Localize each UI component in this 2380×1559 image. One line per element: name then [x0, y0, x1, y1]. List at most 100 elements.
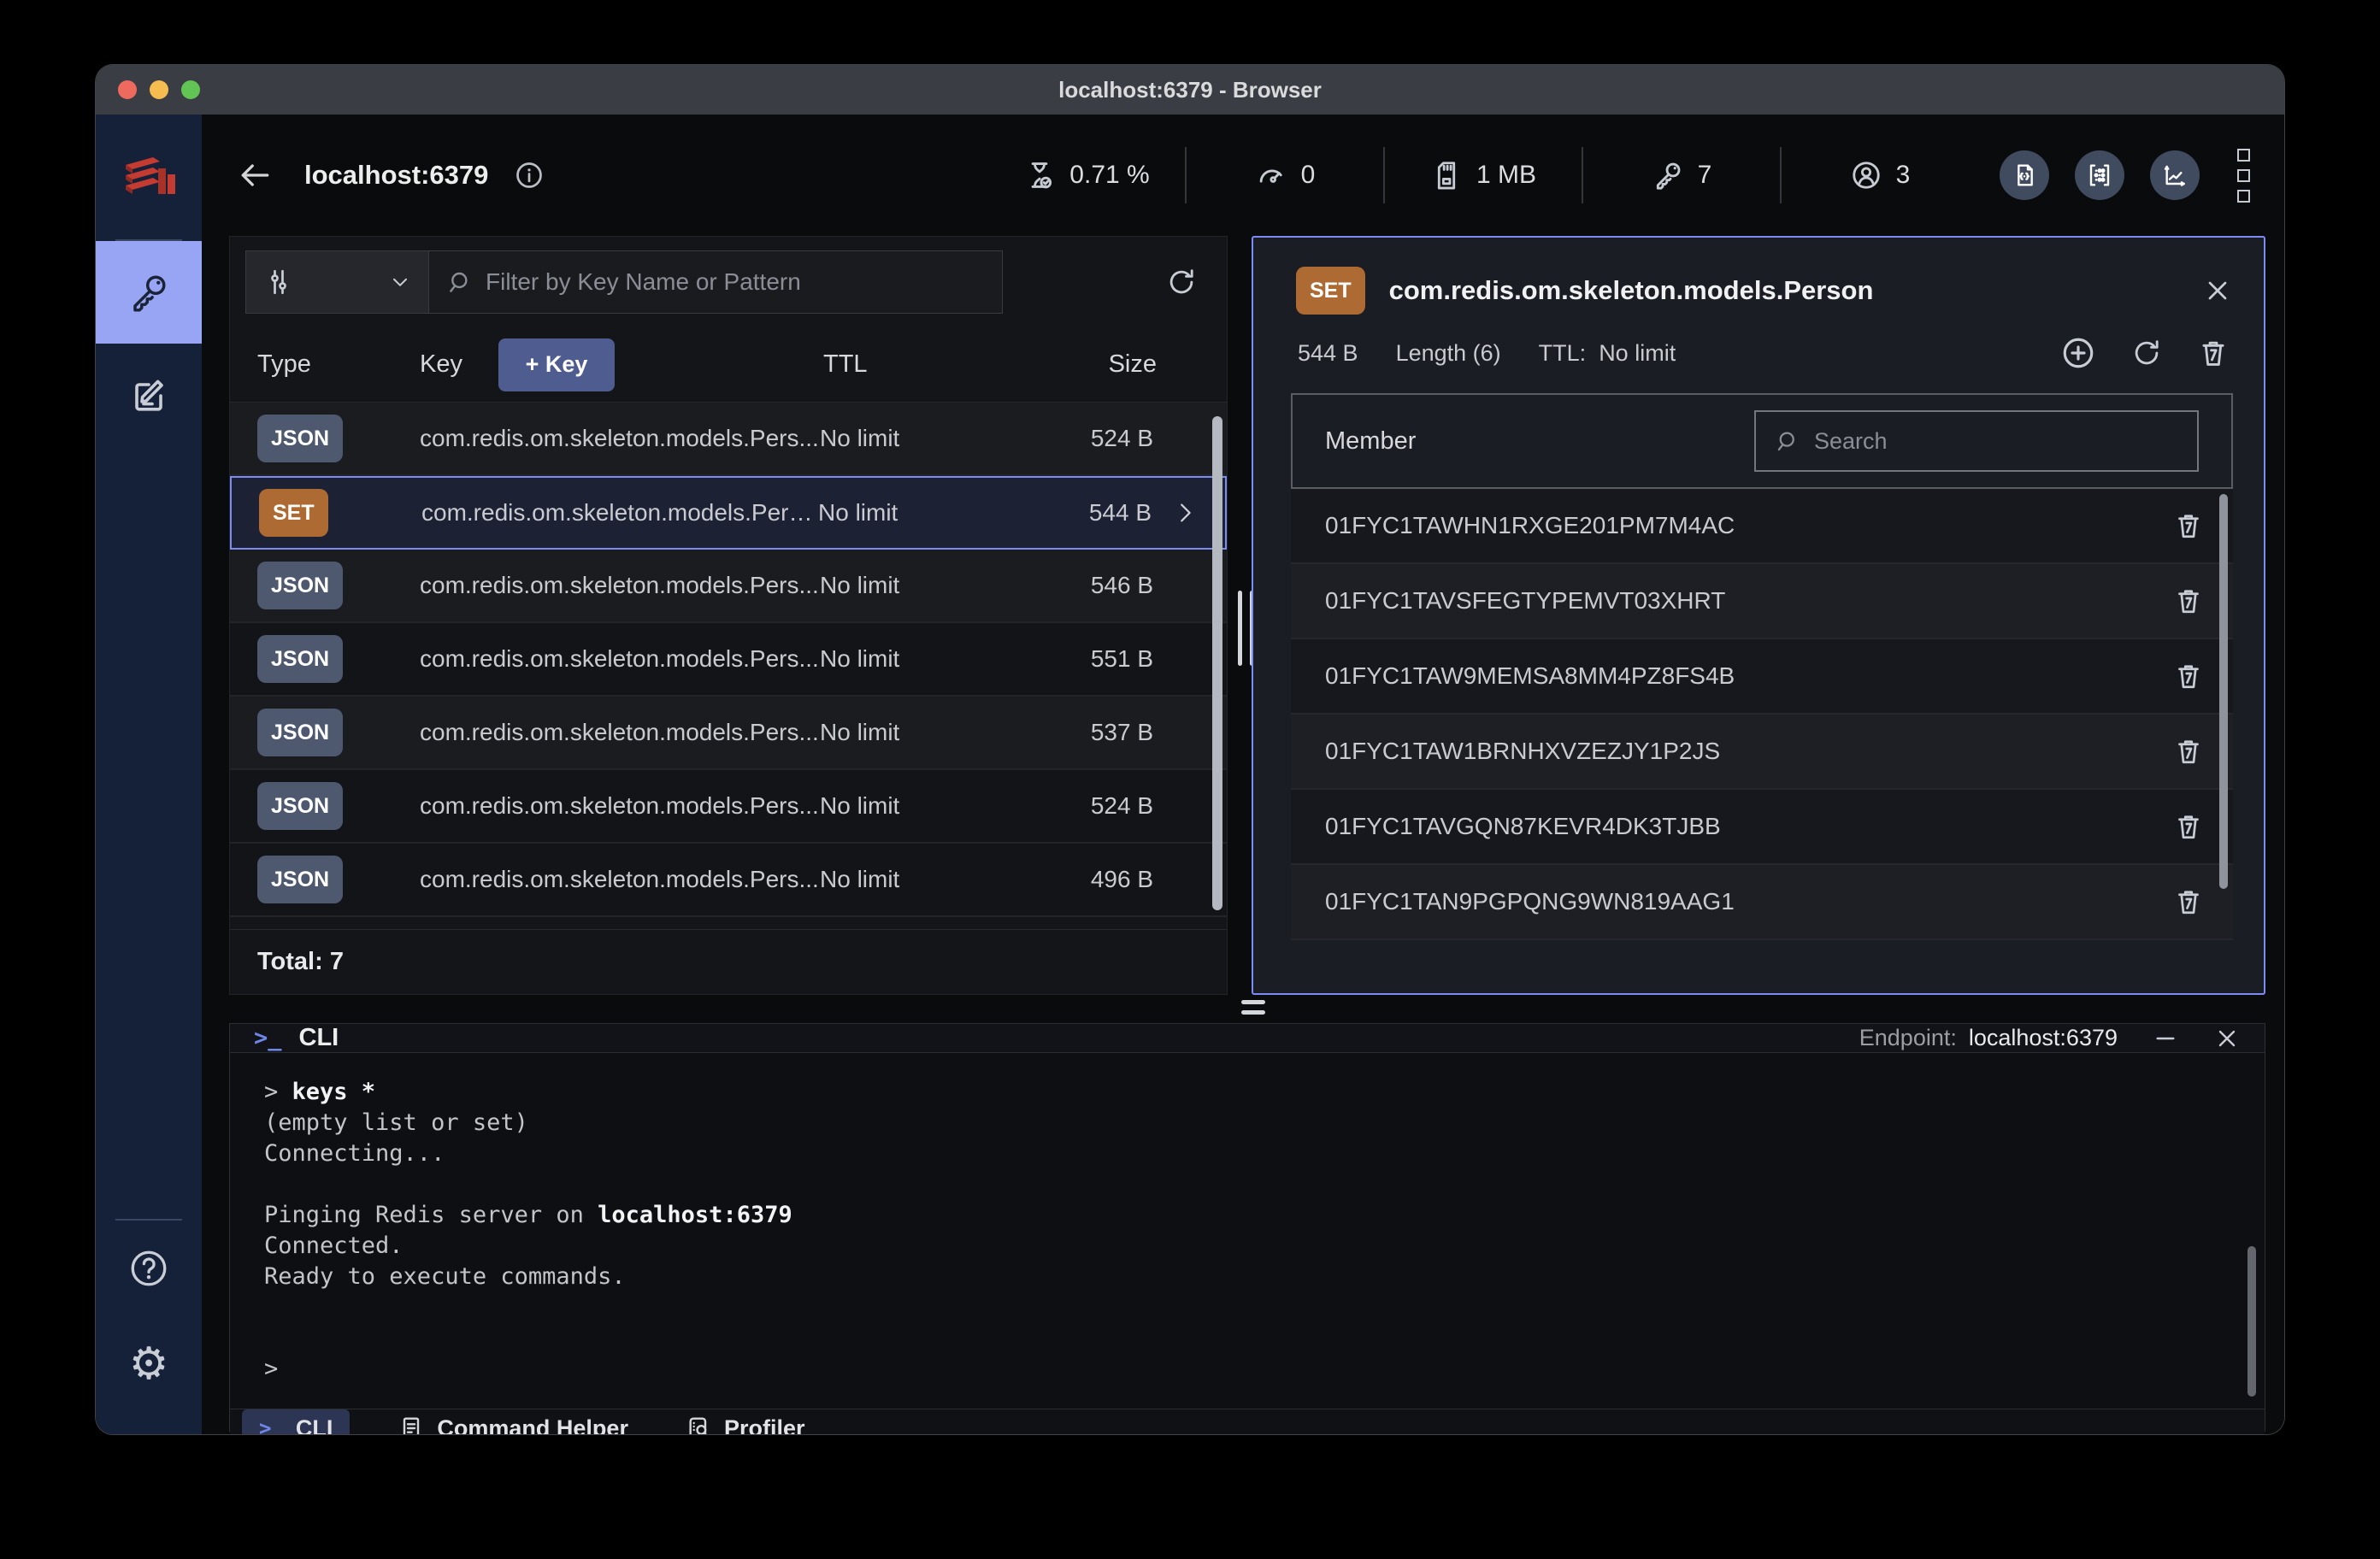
table-row[interactable]: JSON com.redis.om.skeleton.models.Pers..… — [230, 550, 1227, 623]
cli-scrollbar[interactable] — [2247, 1246, 2256, 1397]
edit-square-icon — [128, 374, 169, 415]
refresh-keys-icon[interactable] — [1165, 266, 1198, 298]
table-row[interactable]: JSON com.redis.om.skeleton.models.Pers..… — [230, 623, 1227, 697]
app-window: localhost:6379 - Browser ⚙ localhost:637… — [96, 65, 2284, 1434]
bulk-actions-button[interactable] — [2075, 150, 2124, 200]
back-button[interactable] — [236, 156, 274, 194]
add-member-icon[interactable] — [2060, 335, 2096, 371]
member-value: 01FYC1TAW9MEMSA8MM4PZ8FS4B — [1325, 662, 1735, 689]
key-size: 544 B — [1298, 339, 1358, 366]
cli-header[interactable]: >_ CLI Endpoint: localhost:6379 — [230, 1024, 2265, 1053]
refresh-key-icon[interactable] — [2130, 337, 2163, 369]
column-member: Member — [1325, 427, 1417, 455]
member-value: 01FYC1TAWHN1RXGE201PM7M4AC — [1325, 512, 1735, 538]
sidebar-item-workbench[interactable] — [96, 344, 202, 446]
key-type-badge: JSON — [257, 856, 344, 903]
key-size-cell: 496 B — [1090, 866, 1153, 892]
terminal-prompt-icon: >_ — [259, 1416, 284, 1434]
delete-member-icon[interactable] — [2173, 510, 2204, 541]
search-icon — [1773, 428, 1799, 454]
table-row[interactable]: JSON com.redis.om.skeleton.models.Pers..… — [230, 844, 1227, 917]
delete-member-icon[interactable] — [2173, 886, 2204, 917]
column-type: Type — [257, 350, 311, 378]
key-search — [428, 250, 1003, 314]
endpoint-label: Endpoint: — [1859, 1025, 1957, 1050]
key-details-meta: 544 B Length (6) TTL: No limit — [1253, 321, 2264, 393]
delete-member-icon[interactable] — [2173, 661, 2204, 691]
tab-command-helper[interactable]: Command Helper — [389, 1409, 637, 1434]
minimize-window-button[interactable] — [150, 80, 168, 99]
filter-row — [230, 237, 1227, 327]
keys-scrollbar[interactable] — [1212, 416, 1222, 910]
members-table: Member 01FYC1TAWHN1RXGE201PM7M4AC 01FYC1… — [1291, 393, 2233, 940]
close-cli-icon[interactable] — [2213, 1025, 2241, 1052]
key-size-cell: 524 B — [1090, 792, 1153, 819]
cli-resize-handle[interactable] — [1241, 1000, 1265, 1015]
key-type-filter-dropdown[interactable] — [245, 250, 428, 314]
delete-key-icon[interactable] — [2197, 337, 2230, 369]
minimize-cli-icon[interactable] — [2152, 1025, 2179, 1052]
window-titlebar: localhost:6379 - Browser — [96, 65, 2284, 115]
stat-cpu-value: 0.71 % — [1069, 161, 1150, 189]
delete-member-icon[interactable] — [2173, 585, 2204, 616]
key-list: JSON com.redis.om.skeleton.models.Pers..… — [230, 403, 1227, 929]
stat-memory-value: 1 MB — [1476, 161, 1537, 189]
key-type-badge: JSON — [257, 635, 344, 683]
table-row[interactable]: SET com.redis.om.skeleton.models.Person … — [230, 476, 1227, 550]
key-name-cell: com.redis.om.skeleton.models.Pers... — [420, 719, 819, 745]
workbench-button[interactable] — [2000, 150, 2049, 200]
key-details-header: SET com.redis.om.skeleton.models.Person — [1253, 238, 2264, 321]
member-value: 01FYC1TAN9PGPQNG9WN819AAG1 — [1325, 888, 1735, 915]
database-name: localhost:6379 — [304, 160, 489, 190]
cli-line: > — [264, 1356, 279, 1382]
sidebar-item-settings[interactable]: ⚙ — [96, 1316, 202, 1412]
member-value: 01FYC1TAVGQN87KEVR4DK3TJBB — [1325, 813, 1721, 839]
delete-member-icon[interactable] — [2173, 811, 2204, 842]
more-menu-button[interactable] — [2237, 148, 2250, 203]
list-item: 01FYC1TAN9PGPQNG9WN819AAG1 — [1291, 865, 2233, 940]
zoom-window-button[interactable] — [181, 80, 200, 99]
cli-output[interactable]: > keys * (empty list or set) Connecting...… — [230, 1053, 2265, 1409]
list-item: 01FYC1TAW1BRNHXVZEZJY1P2JS — [1291, 715, 2233, 790]
cli-tabs: >_ CLI Command Helper Profiler — [230, 1409, 2265, 1434]
table-row[interactable]: JSON com.redis.om.skeleton.models.Pers..… — [230, 770, 1227, 844]
close-window-button[interactable] — [118, 80, 137, 99]
tab-cli[interactable]: >_ CLI — [242, 1409, 351, 1434]
member-search-input[interactable] — [1814, 427, 2180, 455]
key-search-input[interactable] — [486, 268, 987, 296]
close-details-icon[interactable] — [2202, 275, 2233, 306]
key-ttl: TTL: No limit — [1538, 339, 1676, 366]
member-search — [1754, 410, 2199, 472]
table-row[interactable]: JSON com.redis.om.skeleton.models.Pers..… — [230, 403, 1227, 476]
cli-line — [264, 1292, 2230, 1323]
sidebar-item-browser[interactable] — [96, 241, 202, 344]
gauge-icon — [1255, 159, 1287, 191]
sidebar-item-help[interactable] — [96, 1221, 202, 1316]
keys-total: Total: 7 — [230, 929, 1227, 994]
key-icon — [1652, 159, 1684, 191]
key-type-badge: JSON — [257, 709, 344, 756]
key-type-badge: JSON — [257, 415, 344, 462]
key-details-panel: SET com.redis.om.skeleton.models.Person … — [1252, 236, 2265, 995]
key-icon — [127, 270, 171, 315]
delete-member-icon[interactable] — [2173, 736, 2204, 767]
key-ttl-cell: No limit — [820, 866, 900, 892]
add-key-button[interactable]: + Key — [498, 338, 615, 391]
filter-sliders-icon — [263, 267, 294, 297]
key-name-cell: com.redis.om.skeleton.models.Pers... — [420, 792, 819, 819]
tab-profiler[interactable]: Profiler — [676, 1409, 814, 1434]
cli-line: Ready to execute commands. — [264, 1263, 626, 1290]
analytics-button[interactable] — [2150, 150, 2200, 200]
key-type-badge: JSON — [257, 562, 344, 609]
table-row[interactable]: JSON com.redis.om.skeleton.models.Pers..… — [230, 697, 1227, 770]
cli-line — [264, 1169, 2230, 1200]
stat-keys-value: 7 — [1697, 161, 1712, 189]
chart-icon — [2161, 162, 2189, 189]
member-value: 01FYC1TAW1BRNHXVZEZJY1P2JS — [1325, 738, 1721, 764]
key-name: com.redis.om.skeleton.models.Person — [1388, 275, 1874, 305]
cli-panel: >_ CLI Endpoint: localhost:6379 > keys *… — [229, 1023, 2265, 1434]
info-icon[interactable] — [514, 160, 545, 191]
list-item: 01FYC1TAWHN1RXGE201PM7M4AC — [1291, 489, 2233, 564]
members-scrollbar[interactable] — [2219, 494, 2228, 889]
window-title: localhost:6379 - Browser — [1058, 76, 1322, 103]
